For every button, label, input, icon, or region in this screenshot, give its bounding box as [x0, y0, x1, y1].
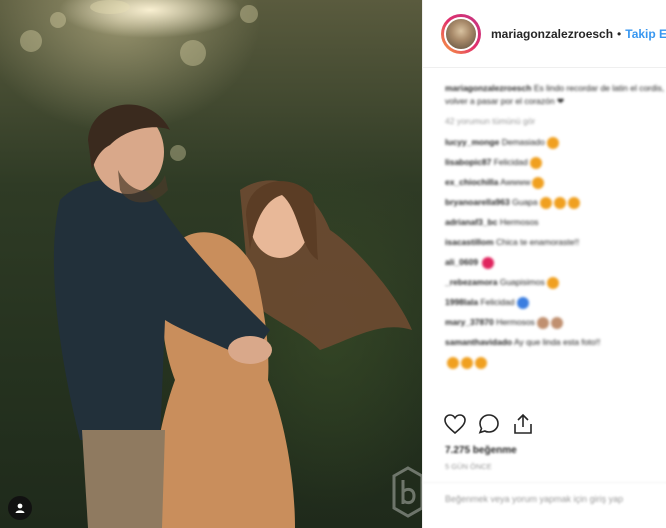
header-username[interactable]: mariagonzalezroesch: [491, 27, 613, 41]
emoji-icon: [482, 256, 495, 269]
emoji-icon: [475, 356, 487, 369]
emoji-icon: [536, 316, 549, 329]
avatar[interactable]: [441, 13, 481, 54]
comments-list: mariagonzalezroesch Es lindo recordar de…: [445, 82, 666, 375]
comment-row: lucyy_monge Demasiado: [445, 135, 666, 155]
comment-row: ali_0609: [445, 255, 666, 275]
post-photo[interactable]: [0, 0, 422, 528]
comment-username[interactable]: isacastillom: [445, 237, 494, 247]
comment-text: Hermosos: [496, 317, 535, 327]
comment-row: ex_chiochilla Awwww: [445, 175, 666, 195]
comment-text: Guapisimos: [499, 277, 545, 287]
comment-row: isacastillom Chica te enamoraste!!: [445, 235, 666, 255]
comment-row: mary_37870 Hermosos: [445, 315, 666, 335]
caption-username[interactable]: mariagonzalezroesch: [445, 83, 531, 93]
avatar-image: [444, 16, 478, 51]
comment-text: Chica te enamoraste!!: [496, 237, 580, 247]
view-all-comments-link[interactable]: 42 yorumun tümünü gör: [445, 116, 666, 126]
emoji-icon: [516, 296, 529, 309]
emoji-icon: [546, 276, 559, 289]
comment-text: Felicidad: [493, 157, 528, 167]
comment-text: Felicidad: [480, 297, 515, 307]
comment-icon[interactable]: [477, 412, 501, 436]
heart-icon[interactable]: [443, 412, 467, 436]
post-sidebar: mariagonzalezroesch • Takip Et mariagonz…: [422, 0, 666, 528]
emoji-icon: [461, 356, 473, 369]
watermark-logo: [392, 466, 422, 518]
post-timestamp: 5 Gün Önce: [445, 462, 492, 471]
tagged-people-button[interactable]: [8, 496, 32, 520]
comment-username[interactable]: 1998lala: [445, 297, 478, 307]
emoji-icon: [447, 356, 459, 369]
comment-row: samanthavidado Ay que linda esta foto!!: [445, 335, 666, 355]
comment-text: Ay que linda esta foto!!: [513, 337, 601, 347]
comment-row: bryanoarella963 Guapa: [445, 195, 666, 215]
emoji-icon: [567, 196, 580, 209]
action-bar: [443, 412, 535, 436]
emoji-icon: [539, 196, 552, 209]
add-comment-prompt[interactable]: Beğenmek veya yorum yapmak için giriş ya…: [423, 482, 666, 516]
comment-text: Demasiado: [501, 137, 545, 147]
comment-text: Hermosos: [499, 217, 539, 227]
emoji-icon: [553, 196, 566, 209]
couple-figure: [53, 104, 412, 528]
emoji-icon: [529, 156, 542, 169]
header-separator: •: [617, 26, 622, 41]
person-icon: [15, 503, 25, 513]
emoji-icon: [546, 136, 559, 149]
share-icon[interactable]: [511, 412, 535, 436]
comment-username[interactable]: ali_0609: [445, 257, 478, 267]
emoji-icon: [532, 176, 545, 189]
comment-row: lisabopic87 Felicidad: [445, 155, 666, 175]
comment-row: _rebezamora Guapisimos: [445, 275, 666, 295]
comment-row: 1998lala Felicidad: [445, 295, 666, 315]
likes-count[interactable]: 7.275 beğenme: [445, 445, 517, 456]
comment-username[interactable]: bryanoarella963: [445, 197, 510, 207]
comment-text: Awwww: [500, 177, 531, 187]
comment-username[interactable]: ex_chiochilla: [445, 177, 498, 187]
comment-username[interactable]: _rebezamora: [445, 277, 497, 287]
follow-button[interactable]: Takip Et: [625, 27, 666, 41]
comment-text: Guapa: [512, 197, 538, 207]
caption: mariagonzalezroesch Es lindo recordar de…: [445, 82, 666, 108]
emoji-icon: [550, 316, 563, 329]
comment-username[interactable]: lucyy_monge: [445, 137, 499, 147]
comment-username[interactable]: samanthavidado: [445, 337, 512, 347]
comment-row: adrianaf3_bc Hermosos: [445, 215, 666, 235]
post-header: mariagonzalezroesch • Takip Et: [423, 0, 666, 68]
comment-username[interactable]: mary_37870: [445, 317, 494, 327]
comment-username[interactable]: lisabopic87: [445, 157, 491, 167]
comment-username[interactable]: adrianaf3_bc: [445, 217, 497, 227]
comment-row: [445, 355, 666, 375]
